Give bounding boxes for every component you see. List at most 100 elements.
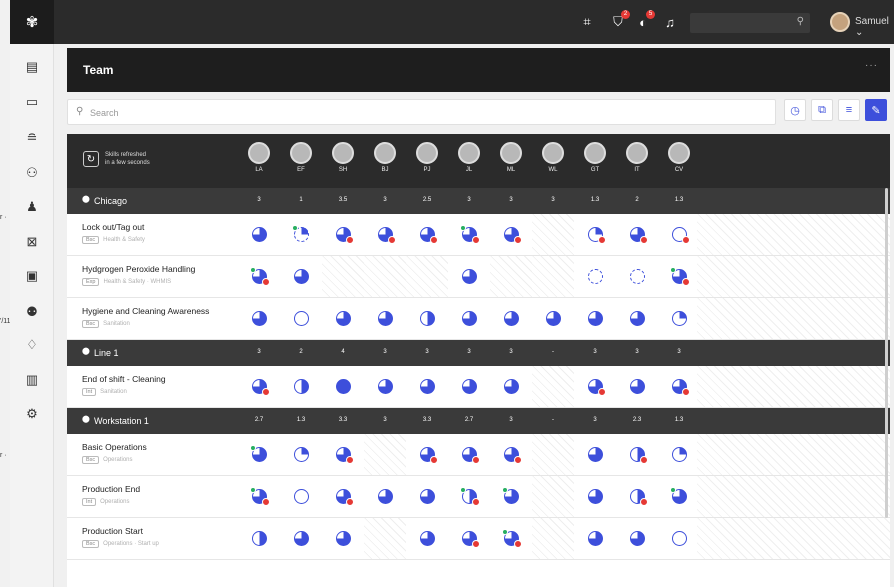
employee-column-header[interactable]: JL — [454, 142, 484, 173]
skill-cell[interactable] — [364, 518, 406, 559]
skill-row[interactable]: Production End Int Operations — [67, 476, 890, 518]
employee-column-header[interactable]: IT — [622, 142, 652, 173]
skill-cell[interactable] — [532, 298, 574, 339]
skill-cell[interactable] — [280, 518, 322, 559]
skill-cell[interactable] — [490, 214, 532, 255]
skill-cell[interactable] — [574, 366, 616, 407]
employee-column-header[interactable]: CV — [664, 142, 694, 173]
skill-cell[interactable] — [448, 476, 490, 517]
skill-cell[interactable] — [364, 256, 406, 297]
employee-column-header[interactable]: SH — [328, 142, 358, 173]
skill-cell[interactable] — [658, 214, 700, 255]
bell-icon[interactable]: ♫ — [661, 13, 679, 31]
skill-row[interactable]: Basic Operations Bsc Operations — [67, 434, 890, 476]
skill-cell[interactable] — [616, 256, 658, 297]
skill-cell[interactable] — [448, 518, 490, 559]
video-icon[interactable]: ▣ — [22, 266, 42, 286]
user-menu[interactable]: Samuel ⌄ — [855, 16, 894, 38]
employee-column-header[interactable]: GT — [580, 142, 610, 173]
refresh-icon[interactable]: ↻ — [83, 151, 99, 167]
skill-cell[interactable] — [658, 298, 700, 339]
skill-row[interactable]: Lock out/Tag out Bsc Health & Safety — [67, 214, 890, 256]
skill-cell[interactable] — [448, 298, 490, 339]
skill-cell[interactable] — [490, 366, 532, 407]
skill-cell[interactable] — [490, 434, 532, 475]
employee-column-header[interactable]: BJ — [370, 142, 400, 173]
team-icon[interactable]: ♟ — [22, 197, 42, 217]
skill-cell[interactable] — [238, 518, 280, 559]
skill-cell[interactable] — [532, 476, 574, 517]
employee-column-header[interactable]: EF — [286, 142, 316, 173]
skill-cell[interactable] — [448, 366, 490, 407]
more-menu-icon[interactable]: ··· — [865, 60, 878, 71]
skill-cell[interactable] — [238, 214, 280, 255]
skill-cell[interactable] — [364, 366, 406, 407]
skill-cell[interactable] — [280, 434, 322, 475]
skill-cell[interactable] — [406, 476, 448, 517]
skill-cell[interactable] — [574, 434, 616, 475]
global-search-input[interactable]: ⚲ — [690, 13, 810, 33]
skill-cell[interactable] — [322, 256, 364, 297]
skill-cell[interactable] — [490, 256, 532, 297]
skill-cell[interactable] — [490, 518, 532, 559]
skill-cell[interactable] — [616, 434, 658, 475]
skill-cell[interactable] — [658, 366, 700, 407]
skill-cell[interactable] — [574, 476, 616, 517]
edit-button[interactable]: ✎ — [865, 99, 887, 121]
skill-cell[interactable] — [658, 518, 700, 559]
flow-icon[interactable]: ⌗ — [578, 13, 596, 31]
skill-cell[interactable] — [406, 434, 448, 475]
skill-cell[interactable] — [322, 476, 364, 517]
skill-cell[interactable] — [238, 434, 280, 475]
skill-row[interactable]: Production Start Bsc Operations · Start up — [67, 518, 890, 560]
skill-cell[interactable] — [532, 214, 574, 255]
skill-cell[interactable] — [238, 256, 280, 297]
skill-cell[interactable] — [532, 518, 574, 559]
employee-column-header[interactable]: PJ — [412, 142, 442, 173]
skill-cell[interactable] — [322, 214, 364, 255]
skill-cell[interactable] — [280, 476, 322, 517]
skill-cell[interactable] — [280, 256, 322, 297]
skill-cell[interactable] — [532, 366, 574, 407]
export-button[interactable]: ⧉ — [811, 99, 833, 121]
group-icon[interactable]: ⚉ — [22, 302, 42, 322]
skill-cell[interactable] — [322, 366, 364, 407]
skill-cell[interactable] — [322, 298, 364, 339]
skill-row[interactable]: End of shift - Cleaning Int Sanitation — [67, 366, 890, 408]
skill-cell[interactable] — [406, 366, 448, 407]
skill-cell[interactable] — [532, 256, 574, 297]
skill-cell[interactable] — [532, 434, 574, 475]
skill-cell[interactable] — [364, 298, 406, 339]
skill-cell[interactable] — [406, 518, 448, 559]
skill-cell[interactable] — [280, 366, 322, 407]
employee-column-header[interactable]: ML — [496, 142, 526, 173]
skill-cell[interactable] — [238, 298, 280, 339]
tray-icon[interactable]: ≘ — [22, 128, 42, 148]
skill-cell[interactable] — [574, 256, 616, 297]
analytics-icon[interactable]: ▥ — [22, 370, 42, 390]
skill-cell[interactable] — [658, 476, 700, 517]
inbox-icon[interactable]: ▤ — [22, 57, 42, 77]
skill-cell[interactable] — [616, 366, 658, 407]
location-row[interactable]: ⬤ Chicago 3 1 3.5 3 2.5 3 3 3 1.3 2 1.3 — [67, 188, 890, 214]
skill-row[interactable]: Hygiene and Cleaning Awareness Bsc Sanitat… — [67, 298, 890, 340]
shield-alert-icon[interactable]: ⛉ 2 — [609, 10, 630, 31]
settings-icon[interactable]: ⚙ — [22, 404, 42, 424]
skill-cell[interactable] — [364, 434, 406, 475]
skill-cell[interactable] — [448, 256, 490, 297]
skill-cell[interactable] — [280, 214, 322, 255]
activity-icon[interactable]: ◐ 5 — [634, 10, 655, 31]
skill-cell[interactable] — [616, 214, 658, 255]
skill-cell[interactable] — [406, 214, 448, 255]
skill-cell[interactable] — [448, 434, 490, 475]
history-button[interactable]: ◷ — [784, 99, 806, 121]
skill-cell[interactable] — [448, 214, 490, 255]
graduation-icon[interactable]: ♢ — [22, 335, 42, 355]
folder-icon[interactable]: ▭ — [22, 92, 42, 112]
skill-cell[interactable] — [322, 434, 364, 475]
skill-cell[interactable] — [238, 476, 280, 517]
employee-column-header[interactable]: LA — [244, 142, 274, 173]
skill-cell[interactable] — [616, 476, 658, 517]
location-row[interactable]: ⬤ Workstation 1 2.7 1.3 3.3 3 3.3 2.7 3 - 3 2.3 1.3 — [67, 408, 890, 434]
skill-cell[interactable] — [574, 214, 616, 255]
